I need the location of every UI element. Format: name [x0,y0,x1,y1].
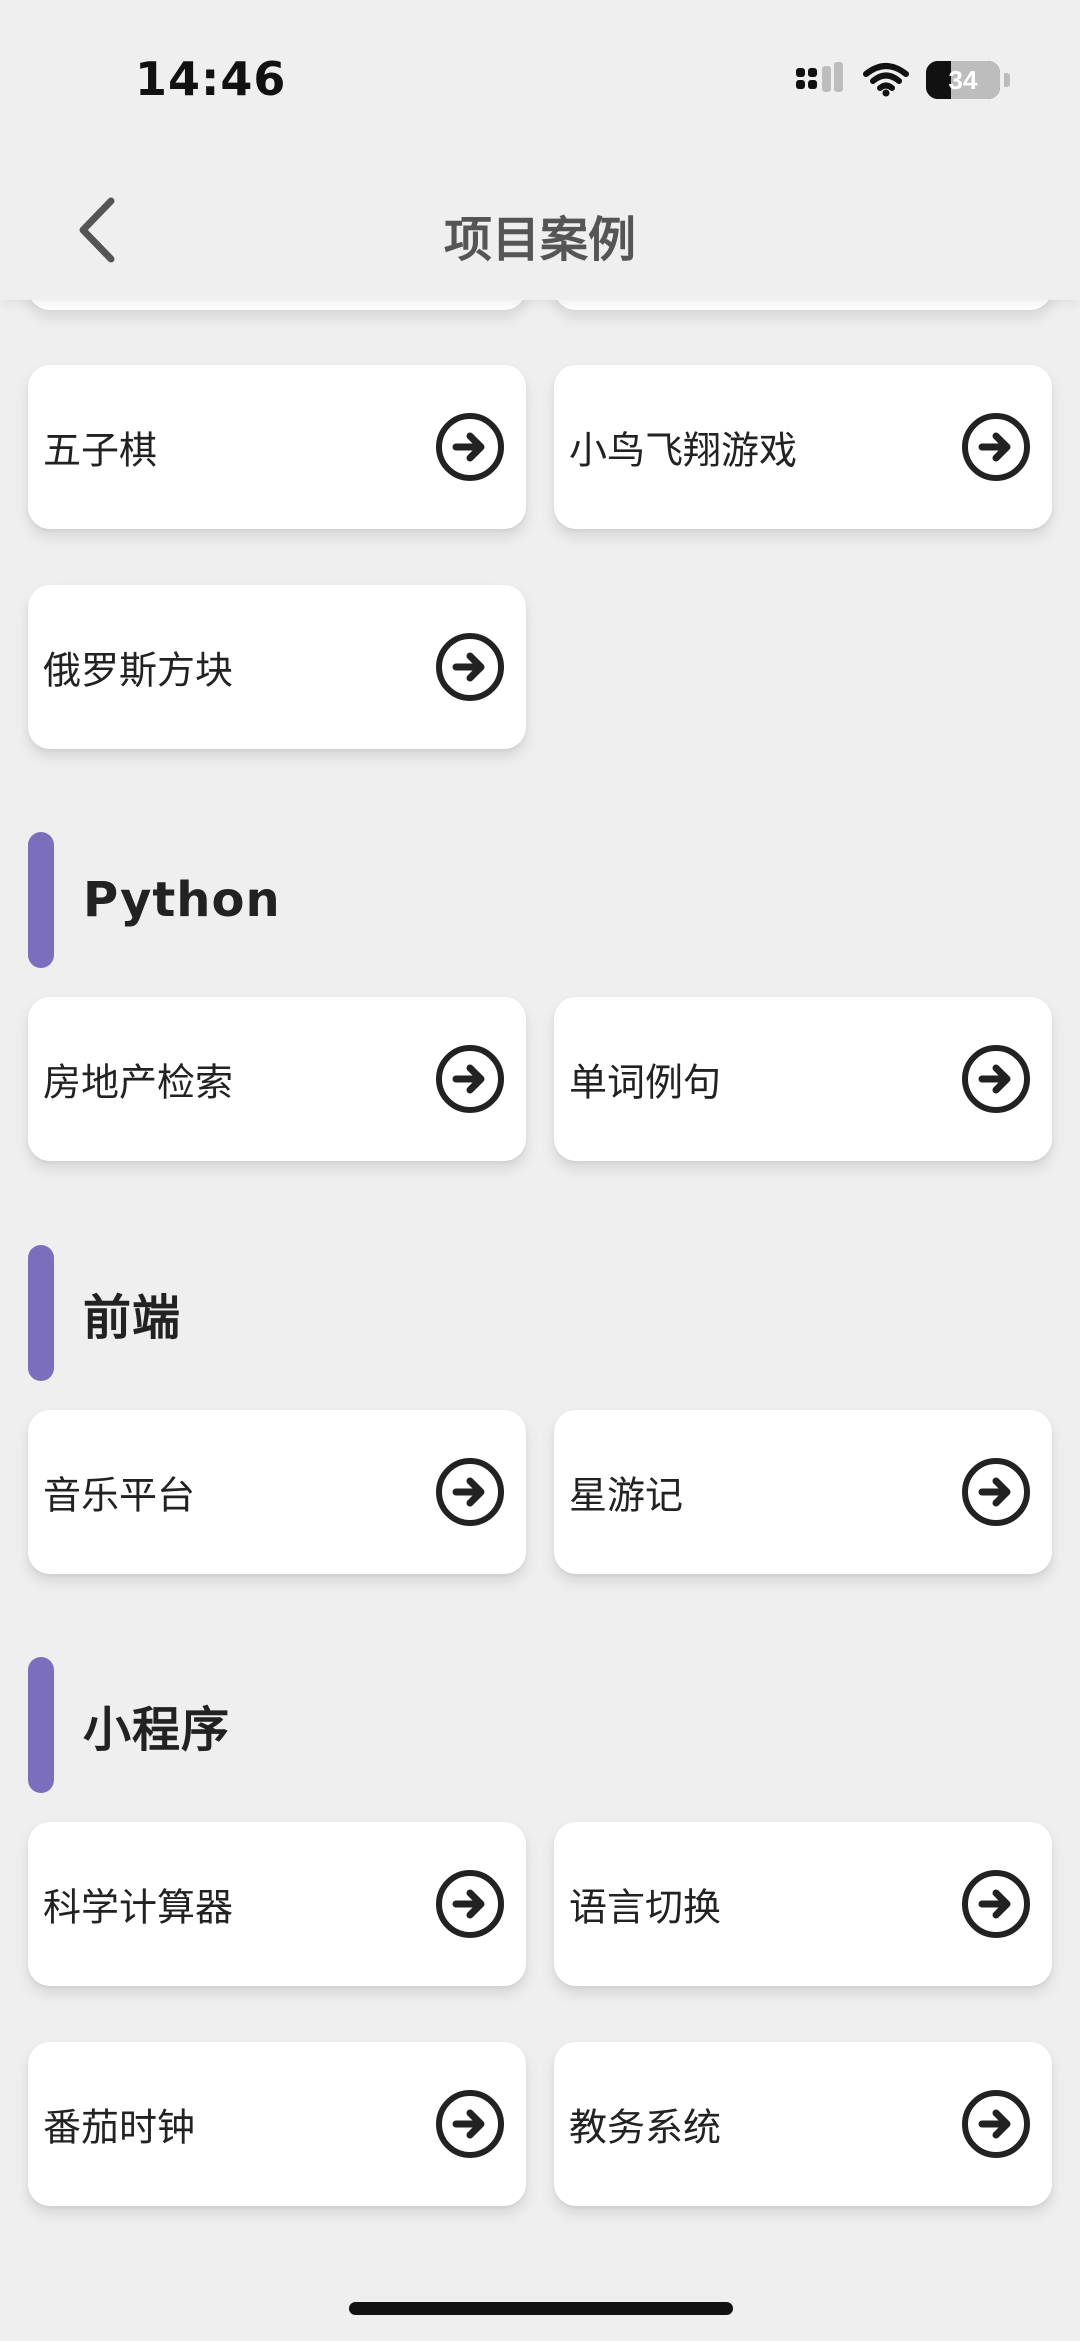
arrow-right-circle-icon [962,1458,1030,1526]
arrow-right-circle-icon [436,2090,504,2158]
project-card-label: 星游记 [569,1473,684,1518]
section-title: 前端 [83,1290,182,1346]
status-bar: 14:46 34 [0,0,1080,150]
project-card-label: 语言切换 [569,1885,722,1930]
section-accent-bar [28,832,54,968]
project-card-gobang[interactable]: 五子棋 [28,365,526,529]
project-card-label: 科学计算器 [43,1885,234,1930]
section-title: 小程序 [83,1702,231,1758]
arrow-right-circle-icon [962,413,1030,481]
wifi-icon [863,63,909,97]
status-time: 14:46 [135,52,287,106]
battery-level: 34 [948,64,978,95]
section-accent-bar [28,1657,54,1793]
arrow-right-circle-icon [962,1870,1030,1938]
battery-cap [1004,73,1010,87]
project-card-label: 五子棋 [43,428,158,473]
project-card-pomodoro[interactable]: 番茄时钟 [28,2042,526,2206]
project-card-flappy-bird[interactable]: 小鸟飞翔游戏 [554,365,1052,529]
project-card-calculator[interactable]: 科学计算器 [28,1822,526,1986]
project-card-star-travel[interactable]: 星游记 [554,1410,1052,1574]
project-list[interactable]: 五子棋 小鸟飞翔游戏 俄罗斯方块 Python 房地产检索 单词例句 前端 音乐… [0,0,1080,2341]
project-card-language-switch[interactable]: 语言切换 [554,1822,1052,1986]
arrow-right-circle-icon [436,1458,504,1526]
project-card-tetris[interactable]: 俄罗斯方块 [28,585,526,749]
project-card-label: 音乐平台 [43,1473,196,1518]
project-card-label: 单词例句 [569,1060,722,1105]
arrow-right-circle-icon [436,413,504,481]
arrow-right-circle-icon [962,1045,1030,1113]
project-card-real-estate[interactable]: 房地产检索 [28,997,526,1161]
project-card-label: 俄罗斯方块 [43,648,234,693]
project-card-label: 房地产检索 [43,1060,234,1105]
home-indicator[interactable] [349,2302,733,2315]
section-accent-bar [28,1245,54,1381]
project-card-word-sentences[interactable]: 单词例句 [554,997,1052,1161]
section-title: Python [83,872,281,928]
page-title: 项目案例 [443,212,636,268]
cellular-signal-icon [796,62,843,92]
arrow-right-circle-icon [962,2090,1030,2158]
arrow-right-circle-icon [436,633,504,701]
project-card-label: 小鸟飞翔游戏 [569,428,798,473]
project-card-music-platform[interactable]: 音乐平台 [28,1410,526,1574]
arrow-right-circle-icon [436,1045,504,1113]
nav-bar: 项目案例 [0,150,1080,300]
project-card-label: 番茄时钟 [43,2105,196,2150]
battery-icon: 34 [926,61,1000,99]
arrow-right-circle-icon [436,1870,504,1938]
project-card-academic-system[interactable]: 教务系统 [554,2042,1052,2206]
status-icons: 34 [794,60,1010,100]
project-card-label: 教务系统 [569,2105,722,2150]
